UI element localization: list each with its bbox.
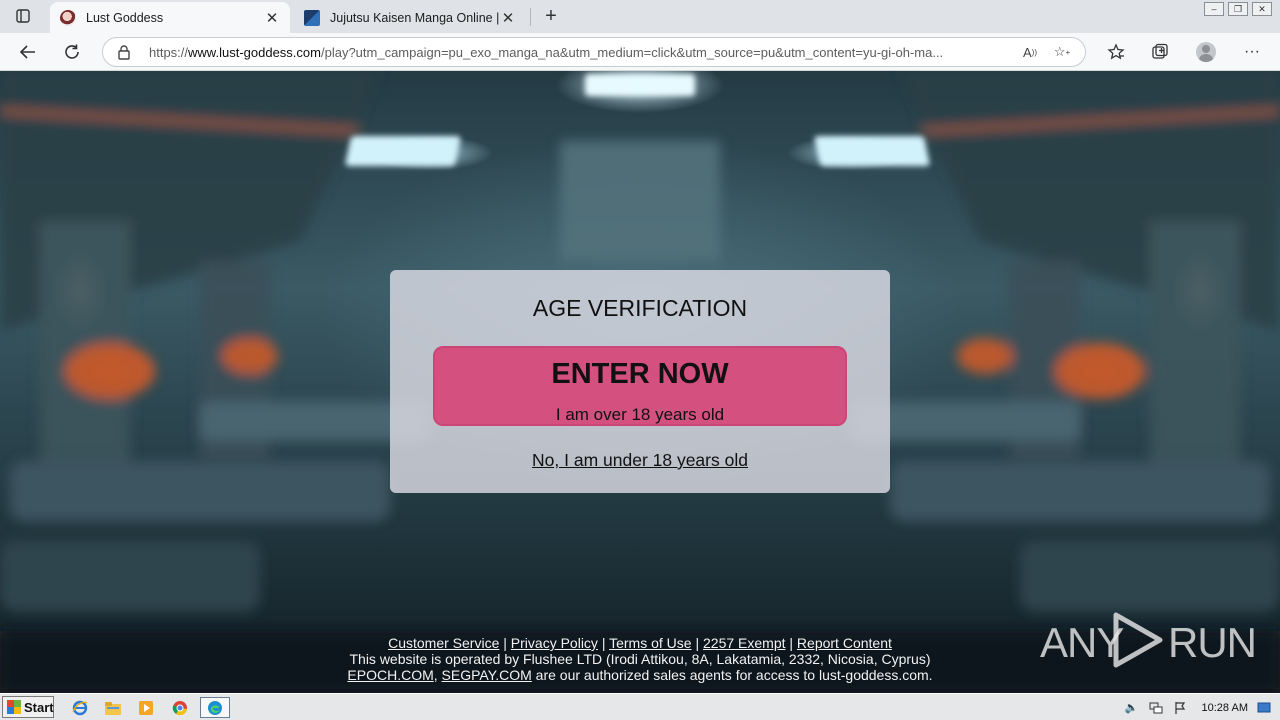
tab-title: Lust Goddess — [86, 10, 164, 25]
tab-actions-icon[interactable] — [6, 5, 40, 27]
tab-divider — [530, 8, 531, 26]
exempt-2257-link[interactable]: 2257 Exempt — [703, 635, 786, 651]
file-explorer-icon[interactable] — [101, 697, 125, 718]
footer-separator: | — [695, 635, 703, 651]
collections-icon[interactable] — [1146, 39, 1174, 65]
tab-title: Jujutsu Kaisen Manga Online | E — [330, 10, 500, 25]
edge-icon[interactable] — [200, 697, 230, 718]
play-logo-icon — [1113, 612, 1163, 668]
report-content-link[interactable]: Report Content — [797, 635, 892, 651]
address-bar[interactable]: https://www.lust-goddess.com/play?utm_ca… — [102, 37, 1086, 67]
chrome-icon[interactable] — [168, 697, 192, 718]
age-verification-dialog: AGE VERIFICATION ENTER NOW I am over 18 … — [390, 270, 890, 493]
watermark-right: RUN — [1168, 619, 1257, 666]
minimize-icon[interactable]: – — [1204, 2, 1224, 16]
internet-explorer-icon[interactable] — [68, 697, 92, 718]
anyrun-watermark: ANY RUN — [1040, 609, 1257, 671]
customer-service-link[interactable]: Customer Service — [388, 635, 499, 651]
footer-separator: | — [503, 635, 511, 651]
segpay-link[interactable]: SEGPAY.COM — [442, 667, 532, 683]
taskbar: Start 🔈 10:28 AM — [0, 693, 1280, 720]
under-18-link[interactable]: No, I am under 18 years old — [390, 450, 890, 471]
volume-icon[interactable]: 🔈 — [1124, 700, 1140, 716]
url-host: www.lust-goddess.com — [188, 44, 321, 60]
page-content: AGE VERIFICATION ENTER NOW I am over 18 … — [0, 71, 1280, 693]
tab-jujutsu-kaisen[interactable]: Jujutsu Kaisen Manga Online | E ✕ — [294, 2, 526, 33]
more-menu-icon[interactable]: ··· — [1238, 39, 1266, 65]
close-tab-icon[interactable]: ✕ — [500, 10, 516, 27]
url-text[interactable]: https://www.lust-goddess.com/play?utm_ca… — [149, 45, 1011, 60]
new-tab-icon[interactable]: + — [538, 4, 564, 28]
epoch-link[interactable]: EPOCH.COM — [347, 667, 433, 683]
show-desktop-icon[interactable] — [1256, 700, 1272, 716]
close-window-icon[interactable]: ✕ — [1252, 2, 1272, 16]
add-favorite-icon[interactable]: ☆ + — [1049, 41, 1075, 63]
manga-site-favicon-icon — [304, 9, 320, 26]
favorites-icon[interactable] — [1102, 39, 1130, 65]
address-toolbar: https://www.lust-goddess.com/play?utm_ca… — [0, 33, 1280, 71]
close-tab-icon[interactable]: ✕ — [264, 10, 280, 27]
terms-of-use-link[interactable]: Terms of Use — [609, 635, 691, 651]
agent-separator: , — [433, 667, 442, 683]
footer-separator: | — [789, 635, 797, 651]
media-player-icon[interactable] — [134, 697, 158, 718]
system-tray: 🔈 10:28 AM — [1124, 697, 1272, 718]
start-button[interactable]: Start — [2, 696, 54, 718]
profile-avatar-icon[interactable] — [1192, 39, 1220, 65]
lock-icon[interactable] — [117, 44, 135, 60]
lust-goddess-favicon-icon — [60, 9, 76, 26]
tab-lust-goddess[interactable]: Lust Goddess ✕ — [50, 2, 290, 33]
start-label: Start — [24, 699, 54, 715]
enter-now-button[interactable]: ENTER NOW I am over 18 years old — [433, 346, 847, 426]
privacy-policy-link[interactable]: Privacy Policy — [511, 635, 598, 651]
clock[interactable]: 10:28 AM — [1202, 702, 1248, 714]
url-path: /play?utm_campaign=pu_exo_manga_na&utm_m… — [320, 44, 944, 60]
enter-now-label: ENTER NOW — [551, 358, 729, 390]
over-18-label: I am over 18 years old — [555, 405, 725, 424]
url-scheme: https:// — [149, 44, 189, 60]
back-arrow-icon[interactable] — [14, 39, 42, 65]
read-aloud-icon[interactable]: A)) — [1017, 41, 1043, 63]
refresh-icon[interactable] — [58, 39, 86, 65]
windows-logo-icon — [7, 700, 21, 714]
action-center-flag-icon[interactable] — [1172, 700, 1188, 716]
window-controls: – ❐ ✕ — [1204, 2, 1272, 16]
dialog-title: AGE VERIFICATION — [532, 295, 748, 321]
restore-icon[interactable]: ❐ — [1228, 2, 1248, 16]
agents-description: are our authorized sales agents for acce… — [531, 667, 933, 683]
network-icon[interactable] — [1148, 700, 1164, 716]
browser-tab-bar: Lust Goddess ✕ Jujutsu Kaisen Manga Onli… — [0, 0, 1280, 33]
